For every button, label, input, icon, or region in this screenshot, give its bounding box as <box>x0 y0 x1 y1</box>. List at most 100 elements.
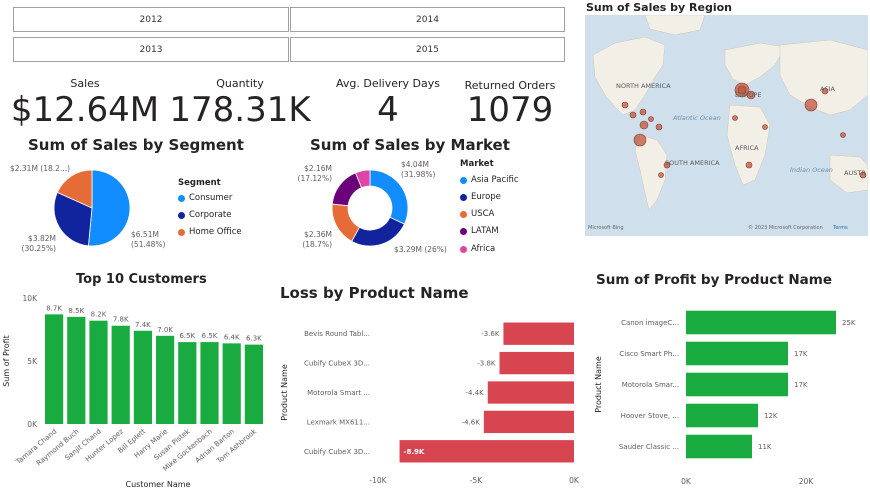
pie-data-label-value: $2.16M <box>304 164 332 173</box>
pie-data-label-value: $3.82M <box>28 234 56 243</box>
bar-data-label: 17K <box>794 381 808 389</box>
legend-dot <box>460 227 467 235</box>
bar-data-label: 25K <box>842 319 856 327</box>
bar[interactable] <box>686 403 758 428</box>
year-2012-button[interactable]: 2012 <box>13 7 289 32</box>
y-tick-label: Hoover Stove, ... <box>621 412 679 420</box>
legend-label: Corporate <box>189 210 232 220</box>
legend-dot <box>460 210 467 218</box>
bar-data-label: -3.6K <box>481 330 500 338</box>
region-map[interactable]: NORTH AMERICA EUROPE ASIA AFRICA SOUTH A… <box>585 15 868 236</box>
legend-label: USCA <box>471 209 495 219</box>
kpi-quantity-value: 178.31K <box>169 90 311 130</box>
customers-bar-chart[interactable]: 0K5K10KSum of Profit8.7KTamara Chand8.5K… <box>0 288 275 491</box>
bar[interactable] <box>89 320 108 424</box>
map-title: Sum of Sales by Region <box>586 1 733 14</box>
legend-home-office[interactable]: Home Office <box>178 227 242 237</box>
year-2015-button[interactable]: 2015 <box>290 37 565 62</box>
bar[interactable] <box>133 330 153 424</box>
legend-dot <box>460 245 467 253</box>
bar[interactable] <box>399 440 574 463</box>
legend-dot <box>178 211 185 219</box>
year-label: 2014 <box>416 14 439 25</box>
kpi-returned-value: 1079 <box>466 90 554 130</box>
y-axis-label: Product Name <box>280 364 289 421</box>
market-donut-chart[interactable]: $4.04M(31.98%) $3.29M (26%) $2.36M(18.7%) $… <box>290 155 460 255</box>
year-2014-button[interactable]: 2014 <box>290 7 565 32</box>
legend-europe[interactable]: Europe <box>460 192 501 202</box>
legend-label: LATAM <box>471 226 499 236</box>
legend-label: Asia Pacific <box>471 175 519 185</box>
segment-legend-title: Segment <box>178 178 221 188</box>
bar[interactable] <box>483 410 574 434</box>
map-footer-terms[interactable]: Terms <box>832 225 848 231</box>
legend-africa[interactable]: Africa <box>460 244 495 254</box>
bar[interactable] <box>44 314 64 424</box>
bar-data-label: 17K <box>794 350 808 358</box>
bar[interactable] <box>111 325 130 424</box>
x-tick-label: -10K <box>369 476 387 485</box>
bar[interactable] <box>686 341 788 366</box>
bar[interactable] <box>244 344 264 424</box>
kpi-quantity-label: Quantity <box>216 77 264 90</box>
y-axis-label: Product Name <box>594 356 603 413</box>
market-chart-title: Sum of Sales by Market <box>310 136 510 154</box>
legend-dot <box>460 176 467 184</box>
profit-chart-title: Sum of Profit by Product Name <box>596 272 832 288</box>
loss-bar-chart[interactable]: Product Name Bevis Round Tabl... -3.6K Cubi… <box>276 305 586 491</box>
map-label-north-america: NORTH AMERICA <box>616 82 671 90</box>
y-axis-label: Sum of Profit <box>2 335 11 387</box>
year-label: 2013 <box>139 44 163 55</box>
segment-pie-chart[interactable]: $6.51M(51.48%) $3.82M(30.25%) $2.31M (18.2… <box>0 155 255 255</box>
customers-chart-title: Top 10 Customers <box>76 272 207 287</box>
kpi-delivery-label: Avg. Delivery Days <box>336 77 440 90</box>
bar[interactable] <box>67 316 86 424</box>
map-label-asia: ASIA <box>820 85 835 93</box>
year-2013-button[interactable]: 2013 <box>13 37 289 62</box>
y-tick-label: Lexmark MX611... <box>307 418 370 426</box>
bar-data-label: -4.6K <box>462 418 481 426</box>
y-tick-label: Motorola Smart ... <box>307 389 370 397</box>
profit-bar-chart[interactable]: Product Name Canon imageC... 25K Cisco Smar… <box>590 298 870 491</box>
y-tick-label: Cubify CubeX 3D... <box>304 448 370 456</box>
pie-data-label-value: $2.36M <box>304 230 332 239</box>
legend-corporate[interactable]: Corporate <box>178 210 232 220</box>
kpi-delivery-value: 4 <box>377 90 399 130</box>
market-legend-title: Market <box>460 159 494 169</box>
bar[interactable] <box>503 322 574 345</box>
bar[interactable] <box>155 335 175 424</box>
bar[interactable] <box>222 343 241 424</box>
pie-data-label: $3.29M (26%) <box>394 245 447 254</box>
legend-latam[interactable]: LATAM <box>460 226 499 236</box>
bar[interactable] <box>686 372 788 397</box>
pie-data-label-value: $4.04M <box>401 160 429 169</box>
legend-asia-pacific[interactable]: Asia Pacific <box>460 175 519 185</box>
y-tick-label: Cubify CubeX 3D... <box>304 360 370 368</box>
bar-data-label: 8.7K <box>46 304 62 312</box>
legend-label: Home Office <box>189 227 242 237</box>
bar-data-label: 6.3K <box>246 335 262 343</box>
map-label-africa: AFRICA <box>735 144 759 152</box>
pie-slice-0[interactable] <box>87 169 131 247</box>
pie-slice-1[interactable] <box>351 216 405 247</box>
legend-consumer[interactable]: Consumer <box>178 193 232 203</box>
map-label-south-america: SOUTH AMERICA <box>665 159 720 167</box>
bar[interactable] <box>499 351 574 375</box>
bar[interactable] <box>686 310 836 335</box>
bar[interactable] <box>487 381 574 404</box>
legend-label: Consumer <box>189 193 233 203</box>
pie-data-label-value: $6.51M <box>131 230 159 239</box>
loss-chart-title: Loss by Product Name <box>280 284 469 302</box>
bar[interactable] <box>178 342 197 424</box>
bar[interactable] <box>686 434 752 459</box>
bar-data-label: 7.0K <box>157 326 173 334</box>
map-label-europe: EUROPE <box>735 91 762 99</box>
map-label-australia: AUSTR <box>844 169 866 177</box>
pie-data-label: $2.31M (18.2...) <box>10 164 70 173</box>
bar[interactable] <box>200 342 219 424</box>
y-tick-label: Canon imageC... <box>621 319 679 327</box>
pie-data-label-percent: (31.98%) <box>401 170 436 179</box>
legend-usca[interactable]: USCA <box>460 209 494 219</box>
legend-dot <box>460 193 467 201</box>
year-label: 2012 <box>139 14 163 25</box>
